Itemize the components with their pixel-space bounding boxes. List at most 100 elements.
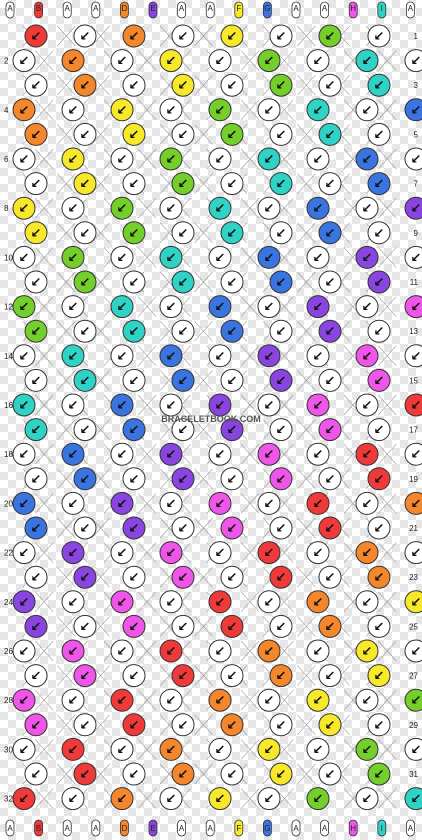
string-label-top: F	[236, 4, 241, 13]
knot-arrow-icon: ↙	[68, 694, 79, 709]
knot-arrow-icon: ↙	[362, 153, 373, 168]
string-label-bottom: A	[293, 824, 299, 833]
string-label-top: A	[93, 4, 99, 13]
row-number: 8	[4, 204, 9, 213]
row-number: 9	[414, 229, 419, 238]
row-number: 19	[409, 475, 418, 484]
knot-arrow-icon: ↙	[276, 374, 287, 389]
knot-arrow-icon: ↙	[19, 595, 30, 610]
knot-arrow-icon: ↙	[411, 349, 422, 364]
bracelet-pattern: ↙ ↙ ↙ ↙ ↙ ↙ ↙ ↙↙ ↙ ↙ ↙ ↙ ↙ ↙ ↙ ↙↙ ↙ ↙ ↙ ↙ ↙ ↙ ↙↙ ↙ ↙ ↙ ↙ ↙ ↙ ↙ ↙↙ ↙ ↙ ↙ ↙ ↙…	[4, 1, 422, 837]
knot-arrow-icon: ↙	[166, 743, 177, 758]
knot-arrow-icon: ↙	[362, 300, 373, 315]
knot-arrow-icon: ↙	[129, 522, 140, 537]
knot-arrow-icon: ↙	[117, 645, 128, 660]
knot-arrow-icon: ↙	[362, 743, 373, 758]
knot-arrow-icon: ↙	[31, 325, 42, 340]
knot-arrow-icon: ↙	[362, 497, 373, 512]
knot-arrow-icon: ↙	[374, 30, 385, 45]
knot-arrow-icon: ↙	[129, 226, 140, 241]
knot-arrow-icon: ↙	[411, 694, 422, 709]
knot-arrow-icon: ↙	[325, 276, 336, 291]
knot-arrow-icon: ↙	[362, 251, 373, 266]
string-label-top: A	[7, 4, 13, 13]
knot-arrow-icon: ↙	[68, 349, 79, 364]
knot-arrow-icon: ↙	[374, 718, 385, 733]
knot-arrow-icon: ↙	[227, 522, 238, 537]
knot-arrow-icon: ↙	[178, 374, 189, 389]
row-number: 24	[4, 598, 13, 607]
knot-arrow-icon: ↙	[19, 300, 30, 315]
row-number: 1	[414, 32, 419, 41]
row-number: 16	[4, 401, 13, 410]
knot-arrow-icon: ↙	[276, 276, 287, 291]
knot-arrow-icon: ↙	[31, 718, 42, 733]
knot-arrow-icon: ↙	[117, 103, 128, 118]
knot-arrow-icon: ↙	[313, 497, 324, 512]
knot-arrow-icon: ↙	[31, 79, 42, 94]
knot-arrow-icon: ↙	[117, 448, 128, 463]
knot-arrow-icon: ↙	[166, 694, 177, 709]
string-label-top: G	[264, 4, 270, 13]
knot-arrow-icon: ↙	[129, 374, 140, 389]
knot-arrow-icon: ↙	[31, 226, 42, 241]
knot-arrow-icon: ↙	[68, 645, 79, 660]
knot-arrow-icon: ↙	[374, 276, 385, 291]
knot-arrow-icon: ↙	[362, 595, 373, 610]
knot-arrow-icon: ↙	[264, 694, 275, 709]
row-number: 22	[4, 549, 13, 558]
knot-arrow-icon: ↙	[276, 522, 287, 537]
row-number: 4	[4, 106, 9, 115]
knot-arrow-icon: ↙	[411, 645, 422, 660]
knot-arrow-icon: ↙	[80, 374, 91, 389]
knot-arrow-icon: ↙	[374, 128, 385, 143]
knot-arrow-icon: ↙	[313, 399, 324, 414]
knot-arrow-icon: ↙	[215, 694, 226, 709]
knot-arrow-icon: ↙	[215, 349, 226, 364]
knot-arrow-icon: ↙	[215, 743, 226, 758]
knot-arrow-icon: ↙	[374, 226, 385, 241]
knot-arrow-icon: ↙	[264, 349, 275, 364]
knot-arrow-icon: ↙	[129, 768, 140, 783]
knot-arrow-icon: ↙	[117, 497, 128, 512]
string-label-top: E	[150, 4, 155, 13]
knot-arrow-icon: ↙	[264, 546, 275, 561]
knot-arrow-icon: ↙	[117, 399, 128, 414]
knot-arrow-icon: ↙	[178, 768, 189, 783]
knot-arrow-icon: ↙	[264, 153, 275, 168]
knot-arrow-icon: ↙	[215, 792, 226, 807]
knot-arrow-icon: ↙	[80, 177, 91, 192]
knot-arrow-icon: ↙	[19, 103, 30, 118]
knot-arrow-icon: ↙	[117, 202, 128, 217]
knot-arrow-icon: ↙	[362, 399, 373, 414]
knot-arrow-icon: ↙	[215, 202, 226, 217]
row-number: 27	[409, 672, 418, 681]
knot-arrow-icon: ↙	[129, 472, 140, 487]
knot-arrow-icon: ↙	[178, 177, 189, 192]
knot-arrow-icon: ↙	[325, 128, 336, 143]
row-number: 17	[409, 426, 418, 435]
knot-arrow-icon: ↙	[117, 251, 128, 266]
knot-arrow-icon: ↙	[178, 79, 189, 94]
knot-arrow-icon: ↙	[325, 718, 336, 733]
string-label-bottom: A	[93, 824, 99, 833]
knot-arrow-icon: ↙	[362, 202, 373, 217]
knot-arrow-icon: ↙	[325, 325, 336, 340]
knot-arrow-icon: ↙	[19, 448, 30, 463]
knot-arrow-icon: ↙	[374, 768, 385, 783]
knot-arrow-icon: ↙	[215, 595, 226, 610]
knot-arrow-icon: ↙	[313, 448, 324, 463]
knot-arrow-icon: ↙	[19, 645, 30, 660]
knot-arrow-icon: ↙	[362, 448, 373, 463]
knot-arrow-icon: ↙	[215, 54, 226, 69]
knot-arrow-icon: ↙	[178, 423, 189, 438]
string-label-bottom: A	[65, 824, 71, 833]
row-number: 18	[4, 450, 13, 459]
knot-arrow-icon: ↙	[31, 177, 42, 192]
knot-arrow-icon: ↙	[411, 497, 422, 512]
knot-arrow-icon: ↙	[411, 103, 422, 118]
knot-arrow-icon: ↙	[276, 620, 287, 635]
knot-arrow-icon: ↙	[374, 472, 385, 487]
knot-arrow-icon: ↙	[276, 669, 287, 684]
string-label-bottom: G	[264, 824, 270, 833]
